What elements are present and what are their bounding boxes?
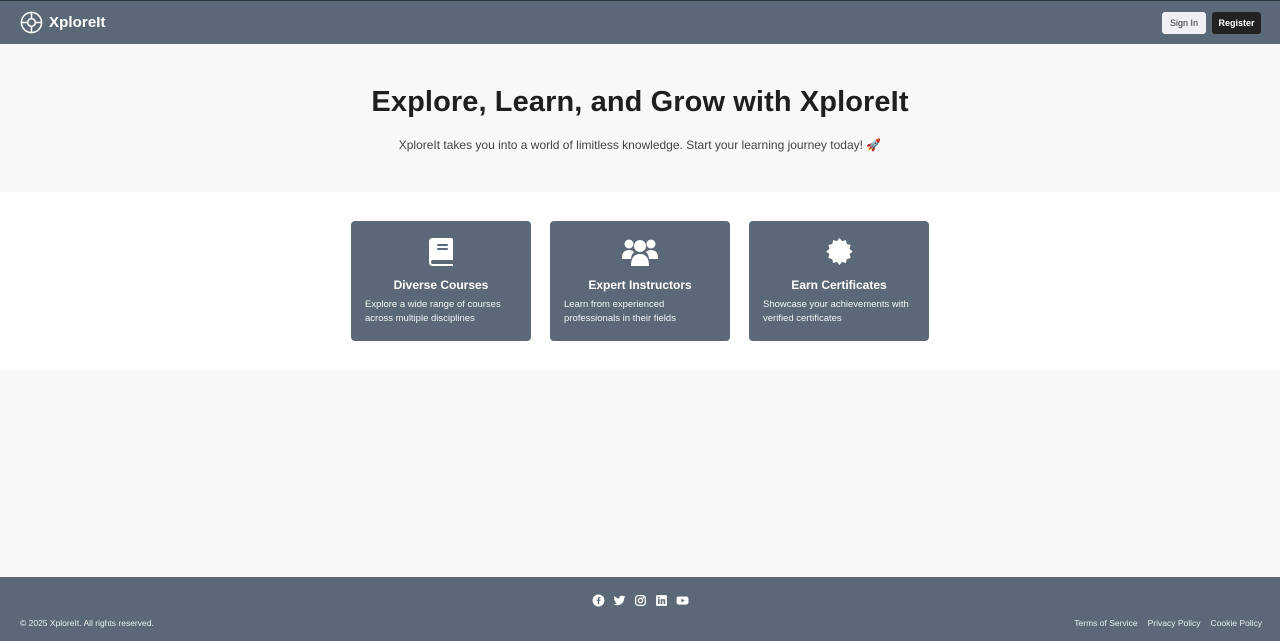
- footer-legal-links: Terms of Service Privacy Policy Cookie P…: [1074, 618, 1262, 628]
- feature-card-diverse-courses[interactable]: Diverse Courses Explore a wide range of …: [351, 221, 531, 341]
- feature-title: Earn Certificates: [791, 278, 887, 292]
- youtube-icon[interactable]: [675, 593, 689, 607]
- auth-buttons: Sign In Register: [1162, 11, 1261, 34]
- brand-logo-link[interactable]: XploreIt: [20, 11, 106, 34]
- brand-name: XploreIt: [49, 14, 106, 31]
- register-button[interactable]: Register: [1212, 11, 1261, 34]
- top-navbar: XploreIt Sign In Register: [0, 0, 1280, 44]
- cookie-policy-link[interactable]: Cookie Policy: [1211, 618, 1263, 628]
- hero-section: Explore, Learn, and Grow with XploreIt X…: [0, 44, 1280, 192]
- book-icon: [351, 237, 531, 267]
- feature-card-earn-certificates[interactable]: Earn Certificates Showcase your achievem…: [749, 221, 929, 341]
- twitter-icon[interactable]: [612, 593, 626, 607]
- sign-in-button[interactable]: Sign In: [1162, 11, 1206, 34]
- terms-of-service-link[interactable]: Terms of Service: [1074, 618, 1137, 628]
- privacy-policy-link[interactable]: Privacy Policy: [1148, 618, 1201, 628]
- feature-title: Diverse Courses: [393, 278, 489, 292]
- linkedin-icon[interactable]: [654, 593, 668, 607]
- hero-subtitle: XploreIt takes you into a world of limit…: [0, 138, 1280, 152]
- hero-subtitle-text: XploreIt takes you into a world of limit…: [398, 138, 863, 152]
- features-section: Diverse Courses Explore a wide range of …: [0, 192, 1280, 370]
- feature-title: Expert Instructors: [588, 278, 692, 292]
- certificate-icon: [749, 237, 929, 268]
- feature-description: Showcase your achievements with verified…: [763, 299, 909, 324]
- copyright-text: © 2025 XploreIt. All rights reserved.: [20, 618, 154, 628]
- facebook-icon[interactable]: [591, 593, 605, 607]
- hero-title: Explore, Learn, and Grow with XploreIt: [371, 86, 909, 118]
- social-links: [0, 593, 1280, 607]
- instagram-icon[interactable]: [633, 593, 647, 607]
- feature-description: Learn from experienced professionals in …: [564, 299, 676, 324]
- site-footer: © 2025 XploreIt. All rights reserved. Te…: [0, 577, 1280, 641]
- feature-card-expert-instructors[interactable]: Expert Instructors Learn from experience…: [550, 221, 730, 341]
- feature-description: Explore a wide range of courses across m…: [365, 299, 501, 324]
- rocket-icon: 🚀: [866, 138, 882, 152]
- users-icon: [550, 237, 730, 267]
- crosshair-compass-icon: [20, 11, 43, 34]
